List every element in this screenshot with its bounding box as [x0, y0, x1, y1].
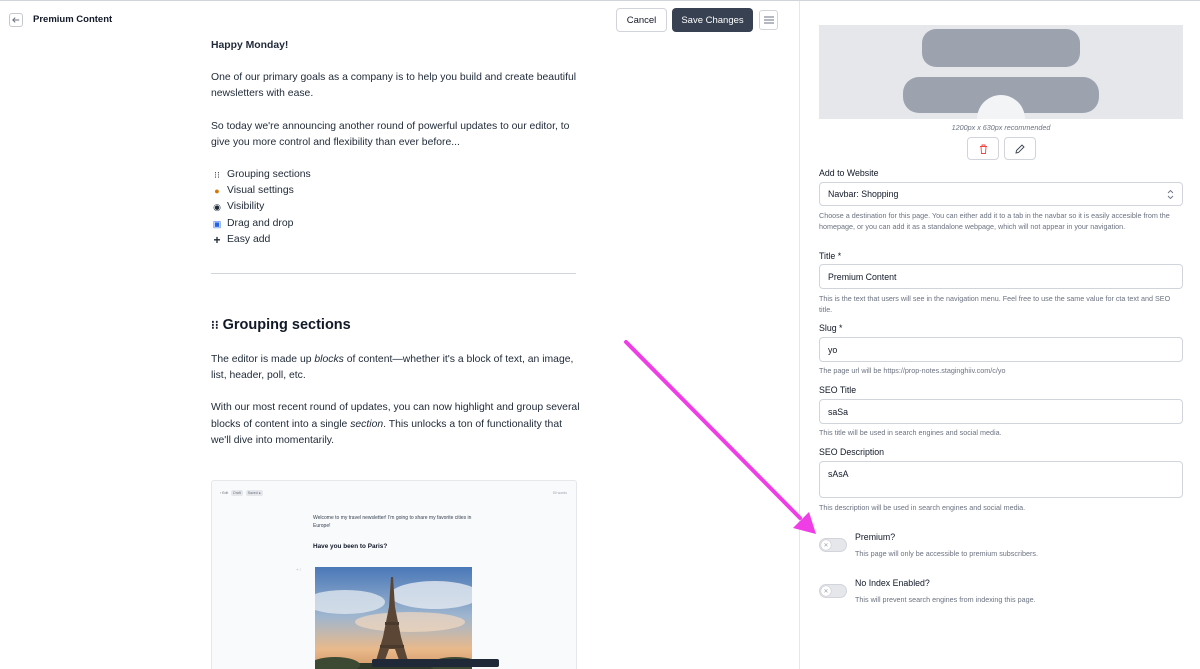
list-item: ◉ Visibility — [211, 199, 581, 215]
palette-icon: ● — [214, 186, 220, 197]
seo-title-label: SEO Title — [819, 385, 857, 395]
title-help: This is the text that users will see in … — [819, 294, 1171, 314]
section-heading-text: Grouping sections — [222, 317, 351, 333]
list-item-label: Visual settings — [227, 185, 294, 197]
add-to-website-select[interactable]: Navbar: Shopping — [819, 182, 1183, 206]
article-editor[interactable]: Happy Monday! One of our primary goals a… — [211, 38, 581, 248]
pencil-icon — [1015, 143, 1025, 154]
hamburger-icon — [763, 16, 774, 24]
grouping-icon: ⁝⁝ — [214, 170, 220, 181]
list-item-label: Drag and drop — [227, 217, 294, 229]
list-item: ▣ Drag and drop — [211, 216, 581, 232]
slug-label: Slug * — [819, 323, 843, 333]
close-icon: ✕ — [821, 540, 831, 550]
premium-label: Premium? — [855, 532, 896, 542]
editor-screenshot-image: ‹ Edit Draft Saved ● 50 words Welcome to… — [211, 480, 577, 669]
list-item: ⁝⁝ Grouping sections — [211, 167, 581, 183]
add-to-website-help: Choose a destination for this page. You … — [819, 211, 1170, 231]
list-item: + Easy add — [211, 232, 581, 248]
arrow-left-icon — [12, 17, 20, 23]
menu-button[interactable] — [759, 10, 778, 30]
greeting-text: Happy Monday! — [211, 40, 289, 51]
premium-toggle[interactable]: ✕ — [819, 538, 847, 552]
paragraph: The editor is made up blocks of content—… — [211, 354, 574, 382]
seo-description-label: SEO Description — [819, 447, 885, 457]
embed-text: Welcome to my travel newsletter! I'm goi… — [313, 515, 472, 529]
close-icon: ✕ — [821, 586, 831, 596]
list-item-label: Visibility — [227, 201, 265, 213]
eye-icon: ◉ — [213, 202, 221, 213]
drag-handle-icon: + ⁝ — [296, 567, 301, 572]
slug-help: The page url will be https://prop-notes.… — [819, 366, 1006, 375]
list-item-label: Easy add — [227, 233, 271, 245]
list-item-label: Grouping sections — [227, 169, 311, 181]
section-body: The editor is made up blocks of content—… — [211, 352, 581, 449]
seo-description-help: This description will be used in search … — [819, 503, 1026, 512]
top-border — [0, 0, 1200, 1]
grouping-icon: ⁝⁝ — [211, 318, 219, 332]
paragraph: One of our primary goals as a company is… — [211, 72, 577, 100]
title-label: Title * — [819, 251, 842, 261]
seo-title-help: This title will be used in search engine… — [819, 428, 1002, 437]
embed-word-count: 50 words — [552, 491, 567, 495]
no-index-toggle[interactable]: ✕ — [819, 584, 847, 598]
trash-icon — [979, 144, 987, 154]
section-heading: ⁝⁝ Grouping sections — [211, 317, 351, 333]
embed-format-toolbar — [372, 659, 499, 667]
divider — [211, 273, 576, 274]
no-index-label: No Index Enabled? — [855, 578, 930, 588]
seo-title-input[interactable]: saSa — [819, 399, 1183, 424]
slug-input[interactable]: yo — [819, 337, 1183, 362]
embed-heading: Have you been to Paris? — [313, 543, 388, 550]
thumbnail-placeholder[interactable] — [819, 25, 1183, 119]
feature-list: ⁝⁝ Grouping sections ● Visual settings ◉ Vi… — [211, 167, 581, 248]
title-input[interactable]: Premium Content — [819, 264, 1183, 289]
back-button[interactable] — [9, 13, 23, 27]
chevron-updown-icon — [1167, 189, 1174, 200]
edit-image-button[interactable] — [1004, 137, 1036, 160]
thumbnail-hint: 1200px x 630px recommended — [951, 123, 1051, 132]
premium-help: This page will only be accessible to pre… — [855, 549, 1038, 558]
add-to-website-label: Add to Website — [819, 168, 879, 178]
save-changes-button[interactable]: Save Changes — [672, 8, 753, 32]
panel-divider — [799, 1, 800, 669]
seo-description-textarea[interactable]: sAsA — [819, 461, 1183, 498]
eiffel-tower-photo — [315, 567, 472, 669]
drag-icon: ▣ — [212, 218, 222, 229]
embed-topbar: ‹ Edit Draft Saved ● — [220, 490, 263, 496]
cancel-button[interactable]: Cancel — [616, 8, 667, 32]
paragraph: With our most recent round of updates, y… — [211, 402, 580, 446]
list-item: ● Visual settings — [211, 183, 581, 199]
no-index-help: This will prevent search engines from in… — [855, 595, 1036, 604]
delete-image-button[interactable] — [967, 137, 999, 160]
page-title: Premium Content — [33, 14, 113, 25]
paragraph: So today we're announcing another round … — [211, 120, 570, 148]
plus-icon: + — [213, 232, 221, 247]
